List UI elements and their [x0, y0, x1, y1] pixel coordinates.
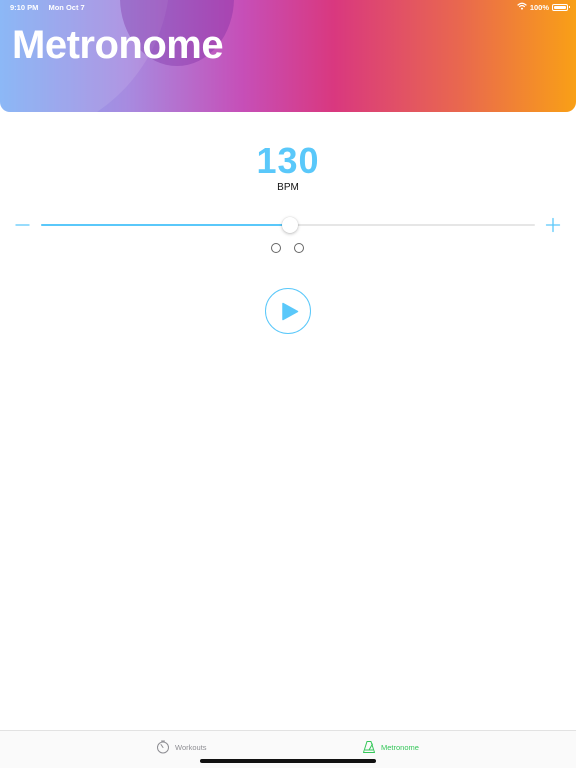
- page-title: Metronome: [12, 23, 224, 67]
- beat-indicator-1[interactable]: [271, 243, 281, 253]
- increase-tempo-button[interactable]: [542, 214, 564, 236]
- metronome-screen: 9:10 PM Mon Oct 7 100% Metronome 130 BPM: [0, 0, 576, 768]
- bpm-label: BPM: [277, 182, 299, 193]
- status-date: Mon Oct 7: [48, 3, 85, 12]
- tab-metronome[interactable]: Metronome: [362, 739, 419, 755]
- status-time: 9:10 PM: [10, 3, 39, 12]
- slider-thumb[interactable]: [282, 217, 299, 233]
- plus-icon: [545, 217, 561, 233]
- home-indicator: [200, 759, 376, 763]
- bpm-value: 130: [256, 140, 320, 181]
- slider-fill: [41, 224, 291, 226]
- wifi-icon: [517, 2, 527, 12]
- battery-icon: [552, 3, 570, 11]
- status-bar: 9:10 PM Mon Oct 7 100%: [0, 0, 576, 14]
- play-button[interactable]: [265, 288, 311, 334]
- decrease-tempo-button[interactable]: [12, 214, 34, 236]
- tab-workouts-label: Workouts: [175, 742, 207, 752]
- play-icon: [282, 302, 299, 321]
- tempo-slider[interactable]: [41, 213, 535, 237]
- minus-icon: [15, 224, 30, 226]
- tab-workouts[interactable]: Workouts: [156, 739, 207, 755]
- metronome-icon: [363, 741, 375, 753]
- header-banner: 9:10 PM Mon Oct 7 100% Metronome: [0, 0, 576, 112]
- tab-metronome-label: Metronome: [381, 742, 419, 752]
- beat-indicator-2[interactable]: [294, 243, 304, 253]
- stopwatch-icon: [157, 740, 169, 754]
- battery-percent: 100%: [529, 2, 549, 12]
